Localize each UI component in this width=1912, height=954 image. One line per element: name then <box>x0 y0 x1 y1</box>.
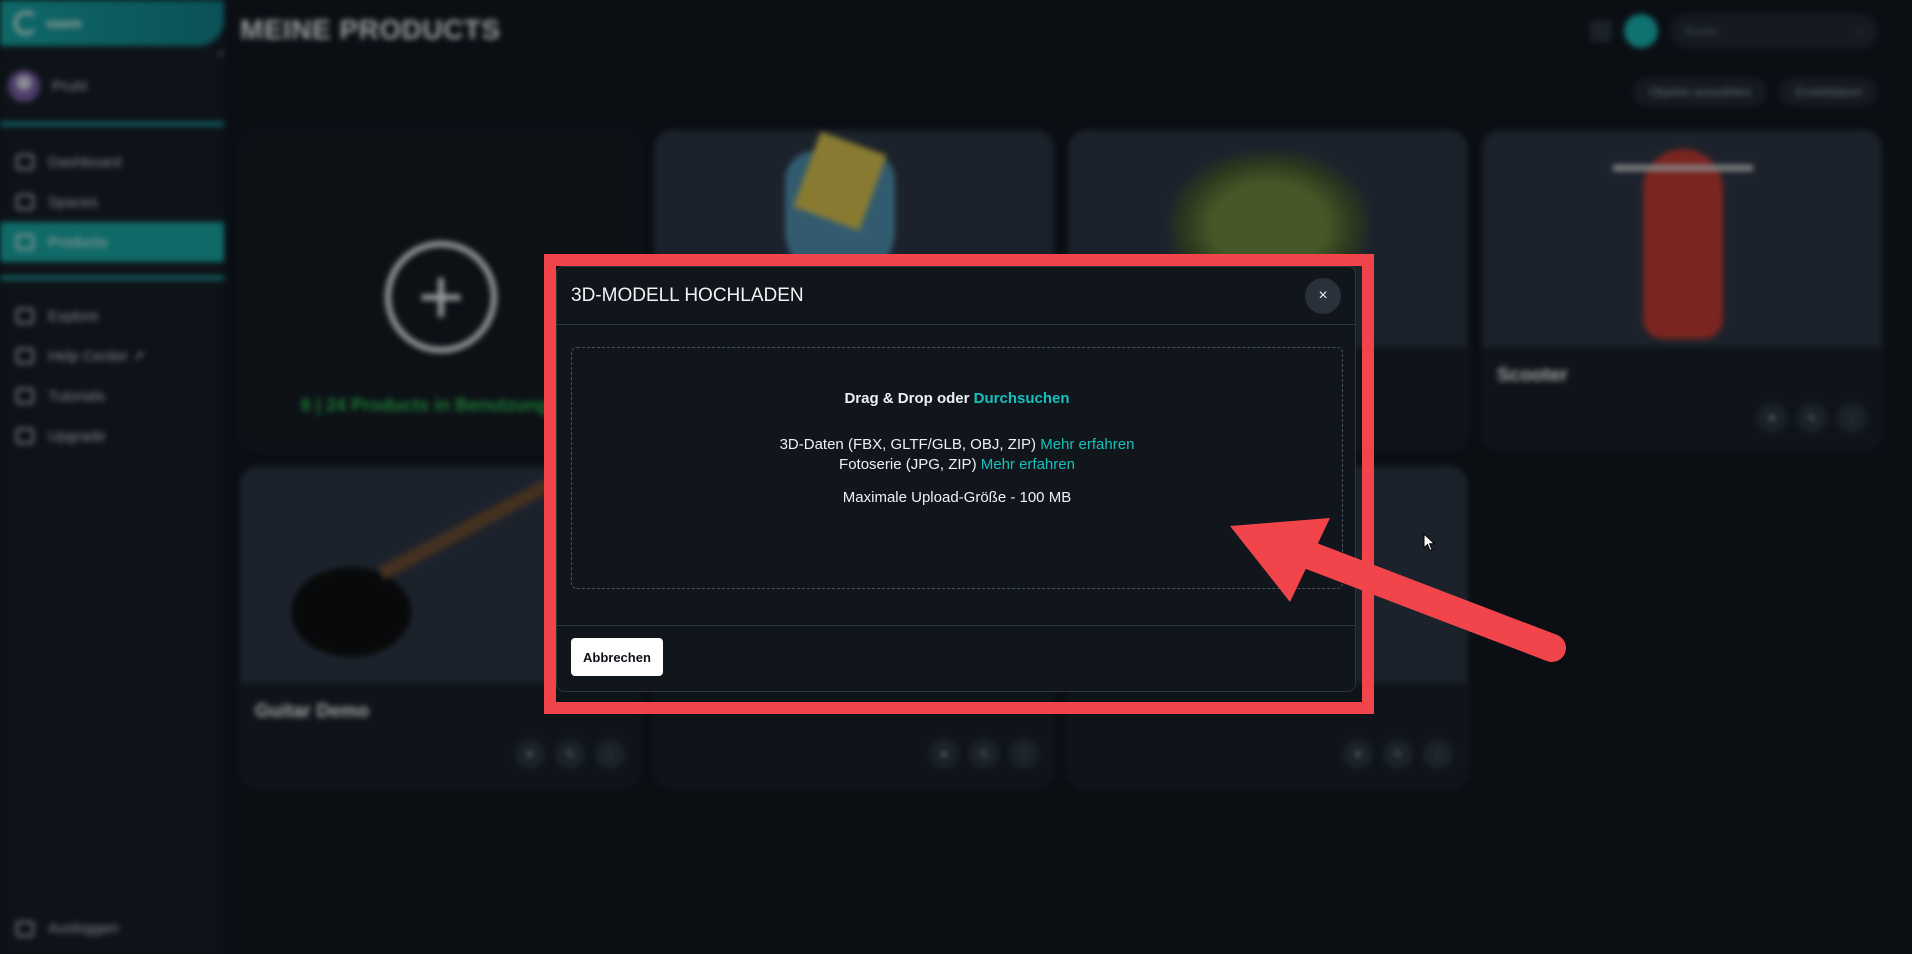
close-button[interactable]: × <box>1305 277 1341 314</box>
red-arrow-annotation <box>1230 518 1566 662</box>
modal-title: 3D-MODELL HOCHLADEN <box>571 284 804 306</box>
formats-photo-text: Fotoserie (JPG, ZIP) <box>839 456 981 473</box>
learn-more-3d-link[interactable]: Mehr erfahren <box>1040 436 1134 453</box>
max-upload-size: Maximale Upload-Größe - 100 MB <box>842 489 1072 506</box>
browse-link[interactable]: Durchsuchen <box>974 390 1070 407</box>
modal-header: 3D-MODELL HOCHLADEN × <box>557 267 1355 325</box>
formats-3d-line: 3D-Daten (FBX, GLTF/GLB, OBJ, ZIP) Mehr … <box>572 436 1342 453</box>
learn-more-photo-link[interactable]: Mehr erfahren <box>981 456 1075 473</box>
cancel-button[interactable]: Abbrechen <box>571 638 663 676</box>
dropzone-instruction: Drag & Drop oder Durchsuchen <box>572 390 1342 407</box>
formats-3d-text: 3D-Daten (FBX, GLTF/GLB, OBJ, ZIP) <box>779 436 1041 453</box>
mouse-cursor-icon <box>1423 533 1436 552</box>
drag-drop-text: Drag & Drop oder <box>844 390 974 407</box>
close-icon: × <box>1318 286 1328 304</box>
formats-photo-line: Fotoserie (JPG, ZIP) Mehr erfahren <box>572 456 1342 473</box>
